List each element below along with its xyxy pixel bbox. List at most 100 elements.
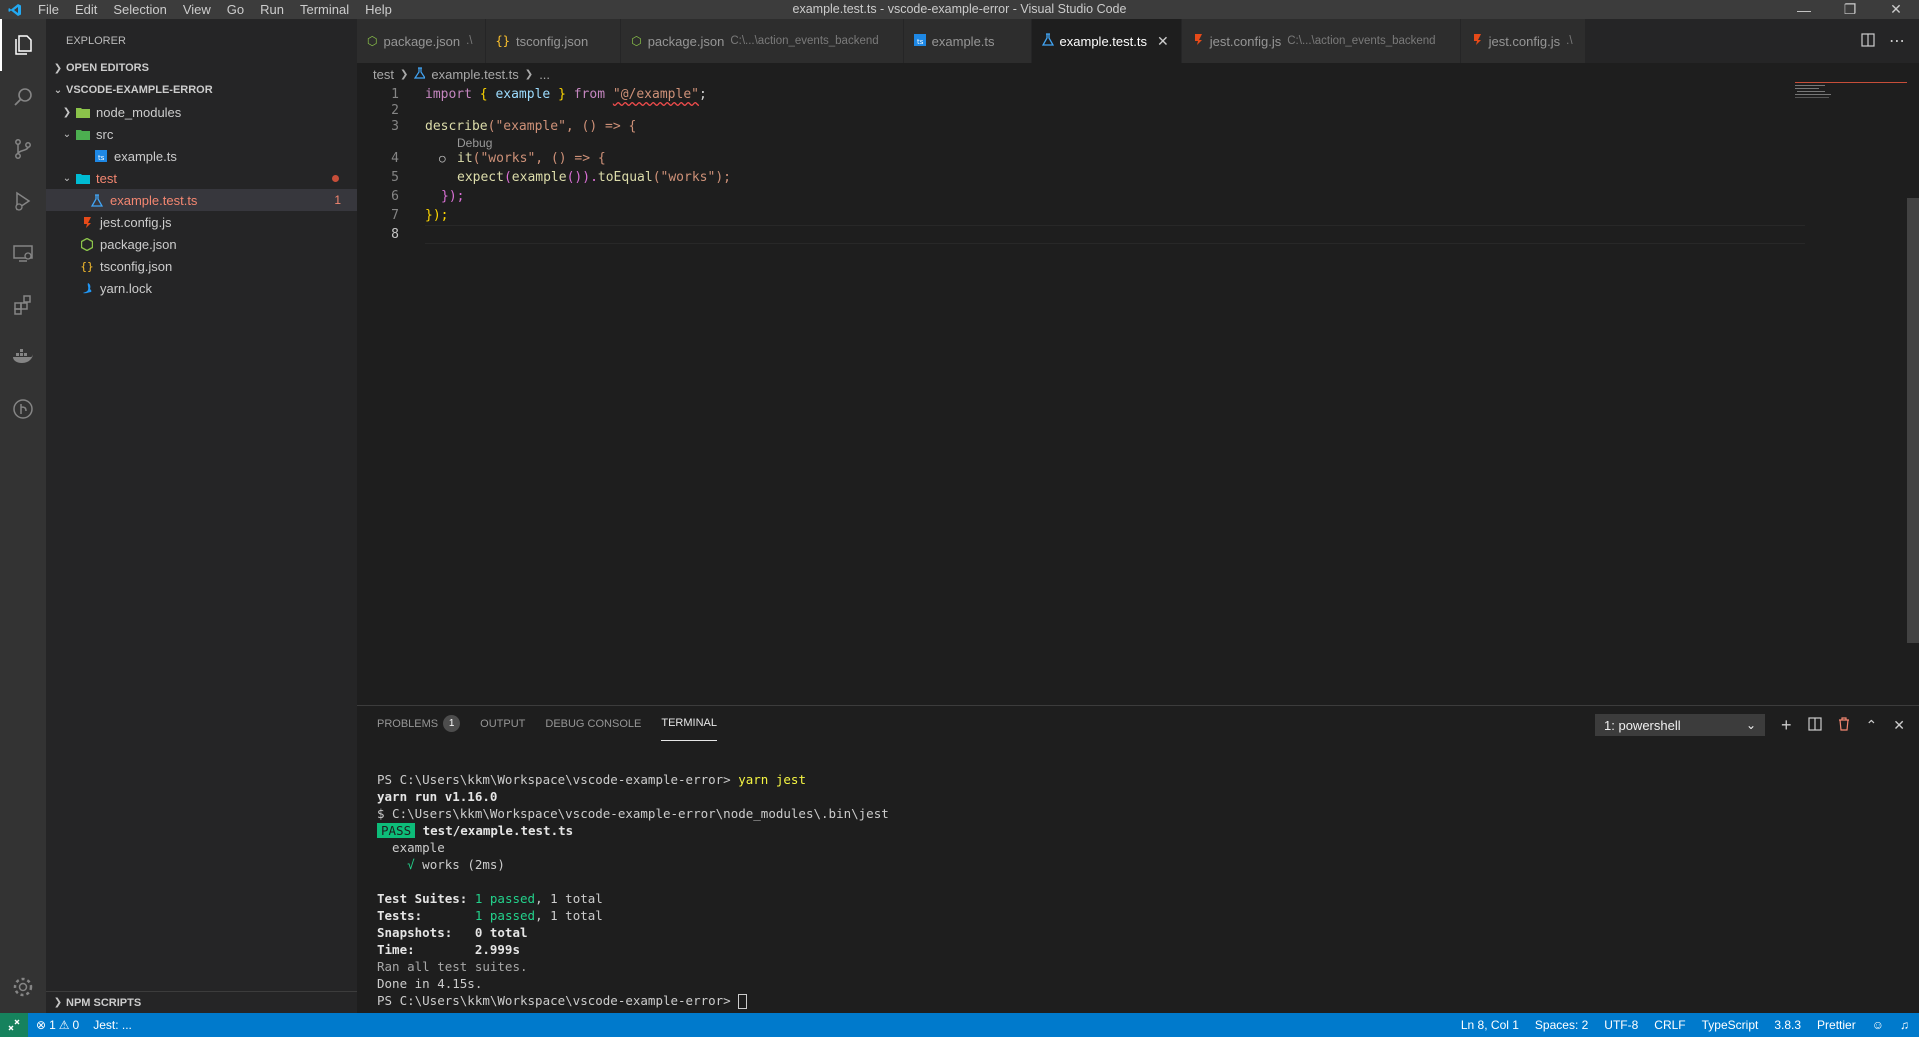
terminal-line: Test Suites: 1 passed, 1 total	[377, 891, 603, 906]
menu-selection[interactable]: Selection	[105, 0, 174, 19]
tab-label: tsconfig.json	[515, 33, 589, 49]
chevron-right-icon: ❯	[53, 997, 63, 1008]
chevron-right-icon: ❯	[524, 68, 534, 80]
test-status-circle-icon[interactable]: ○	[439, 149, 446, 168]
terminal-select[interactable]: 1: powershell ⌄	[1595, 714, 1766, 736]
tab-label: example.ts	[931, 33, 995, 49]
typescript-version[interactable]: 3.8.3	[1774, 1018, 1801, 1032]
indentation[interactable]: Spaces: 2	[1535, 1018, 1588, 1032]
tab-example-ts[interactable]: ts example.ts	[903, 19, 1032, 63]
new-terminal-icon[interactable]: +	[1781, 715, 1792, 736]
end-of-line[interactable]: CRLF	[1654, 1018, 1685, 1032]
project-section[interactable]: ⌄ VSCODE-EXAMPLE-ERROR	[46, 79, 357, 101]
tab-label: package.json	[383, 33, 461, 49]
npm-scripts-section[interactable]: ❯ NPM SCRIPTS	[46, 991, 357, 1013]
tree-item-package-json[interactable]: package.json	[46, 233, 357, 255]
feedback-icon[interactable]: ☺	[1872, 1018, 1884, 1032]
minimap[interactable]	[1795, 80, 1907, 100]
tree-item-label: example.ts	[114, 148, 177, 164]
source-control-icon[interactable]	[0, 123, 46, 175]
tree-item-label: src	[96, 126, 114, 142]
tree-item-tsconfig[interactable]: {} tsconfig.json	[46, 255, 357, 277]
problems-status[interactable]: ⊗ 1 ⚠ 0	[36, 1018, 79, 1032]
menu-run[interactable]: Run	[252, 0, 292, 19]
split-terminal-icon[interactable]	[1807, 716, 1822, 734]
close-tab-icon[interactable]: ✕	[1157, 33, 1169, 50]
tab-problems[interactable]: PROBLEMS 1	[377, 706, 461, 741]
settings-gear-icon[interactable]	[0, 961, 46, 1013]
tree-item-test[interactable]: ⌄ test	[46, 167, 357, 189]
terminal-line: yarn run v1.16.0	[377, 789, 498, 804]
terminal-line: PS C:\Users\kkm\Workspace\vscode-example…	[377, 772, 806, 787]
breadcrumb-more[interactable]: ...	[539, 67, 550, 82]
tab-package-json-local[interactable]: ⬡ package.json .\	[357, 19, 486, 63]
tree-item-node-modules[interactable]: ❯ node_modules	[46, 101, 357, 123]
line-number: 4	[391, 151, 399, 166]
tab-terminal[interactable]: TERMINAL	[661, 706, 717, 741]
breadcrumb-folder[interactable]: test	[373, 67, 394, 82]
tree-item-yarn-lock[interactable]: yarn.lock	[46, 277, 357, 299]
line-number: 7	[391, 208, 399, 223]
tree-item-example-test-ts[interactable]: example.test.ts 1	[46, 189, 357, 211]
tab-jest-config-local[interactable]: jest.config.js .\	[1460, 19, 1586, 63]
code-editor[interactable]: 1 import { example } from "@/example"; 2…	[357, 85, 1907, 705]
tab-jest-config-backend[interactable]: jest.config.js C:\...\action_events_back…	[1181, 19, 1461, 63]
terminal-output[interactable]: PS C:\Users\kkm\Workspace\vscode-example…	[377, 771, 889, 1009]
menu-file[interactable]: File	[30, 0, 67, 19]
problems-count-badge: 1	[443, 715, 461, 732]
split-editor-icon[interactable]	[1861, 32, 1875, 50]
language-mode[interactable]: TypeScript	[1702, 1018, 1759, 1032]
tab-output[interactable]: OUTPUT	[480, 706, 525, 741]
close-window-button[interactable]: ✕	[1873, 0, 1919, 19]
tree-item-src[interactable]: ⌄ src	[46, 123, 357, 145]
vscode-logo-icon	[0, 0, 30, 19]
notifications-bell-icon[interactable]: ♫	[1900, 1018, 1909, 1032]
tab-tsconfig[interactable]: {} tsconfig.json	[485, 19, 622, 63]
chevron-right-icon: ❯	[62, 106, 72, 118]
restore-button[interactable]: ❐	[1827, 0, 1873, 19]
open-editors-section[interactable]: ❯ OPEN EDITORS	[46, 57, 357, 79]
encoding[interactable]: UTF-8	[1604, 1018, 1638, 1032]
trash-icon[interactable]	[1838, 716, 1850, 734]
tab-description: .\	[466, 35, 473, 47]
close-panel-icon[interactable]: ✕	[1893, 717, 1905, 734]
tree-item-jest-config[interactable]: jest.config.js	[46, 211, 357, 233]
tab-package-json-backend[interactable]: ⬡ package.json C:\...\action_events_back…	[621, 19, 904, 63]
menu-terminal[interactable]: Terminal	[292, 0, 357, 19]
scrollbar-thumb[interactable]	[1907, 198, 1919, 643]
tree-item-example-ts[interactable]: ts example.ts	[46, 145, 357, 167]
run-debug-icon[interactable]	[0, 175, 46, 227]
docker-icon[interactable]	[0, 331, 46, 383]
tree-item-label: jest.config.js	[100, 214, 172, 230]
jest-status[interactable]: Jest: ...	[93, 1018, 132, 1032]
tab-debug-console[interactable]: DEBUG CONSOLE	[545, 706, 641, 741]
terminal-cursor	[738, 994, 748, 1009]
minimize-button[interactable]: —	[1781, 0, 1827, 19]
search-icon[interactable]	[0, 71, 46, 123]
extensions-icon[interactable]	[0, 279, 46, 331]
menu-view[interactable]: View	[175, 0, 219, 19]
folder-test-icon	[74, 171, 92, 185]
jest-file-icon	[78, 215, 96, 229]
editor-scrollbar[interactable]	[1907, 63, 1919, 705]
maximize-panel-icon[interactable]: ⌃	[1866, 717, 1878, 734]
remote-explorer-icon[interactable]	[0, 227, 46, 279]
remote-indicator-icon[interactable]	[0, 1013, 28, 1037]
menu-edit[interactable]: Edit	[67, 0, 105, 19]
menu-go[interactable]: Go	[219, 0, 252, 19]
terminal-line: PASS test/example.test.ts	[377, 822, 889, 839]
terminal-line: Tests: 1 passed, 1 total	[377, 908, 603, 923]
prettier-status[interactable]: Prettier	[1817, 1018, 1856, 1032]
explorer-icon[interactable]	[0, 19, 46, 71]
cursor-position[interactable]: Ln 8, Col 1	[1461, 1018, 1519, 1032]
menu-help[interactable]: Help	[357, 0, 400, 19]
svg-text:ts: ts	[917, 38, 924, 46]
breadcrumb-file[interactable]: example.test.ts	[431, 67, 518, 82]
tab-label: PROBLEMS	[377, 717, 439, 730]
git-graph-icon[interactable]	[0, 383, 46, 435]
more-actions-icon[interactable]: ⋯	[1889, 31, 1905, 51]
tab-example-test-ts[interactable]: example.test.ts ✕	[1031, 19, 1182, 63]
flask-test-icon	[1041, 33, 1054, 49]
terminal-line: $ C:\Users\kkm\Workspace\vscode-example-…	[377, 806, 889, 821]
